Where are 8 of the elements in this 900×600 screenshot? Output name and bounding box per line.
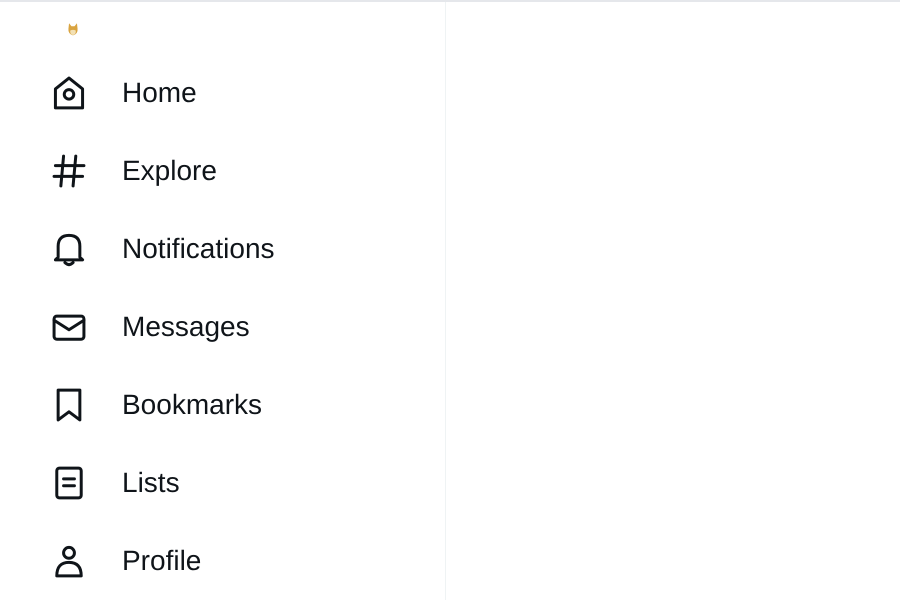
- hashtag-icon: [50, 152, 88, 190]
- nav-item[interactable]: Messages: [50, 288, 250, 366]
- nav-item[interactable]: Lists: [50, 444, 180, 522]
- nav-item[interactable]: Notifications: [50, 210, 275, 288]
- nav-item[interactable]: Explore: [50, 132, 217, 210]
- nav-item[interactable]: Bookmarks: [50, 366, 262, 444]
- nav-item[interactable]: Profile: [50, 522, 202, 600]
- nav-item[interactable]: Home: [50, 54, 197, 132]
